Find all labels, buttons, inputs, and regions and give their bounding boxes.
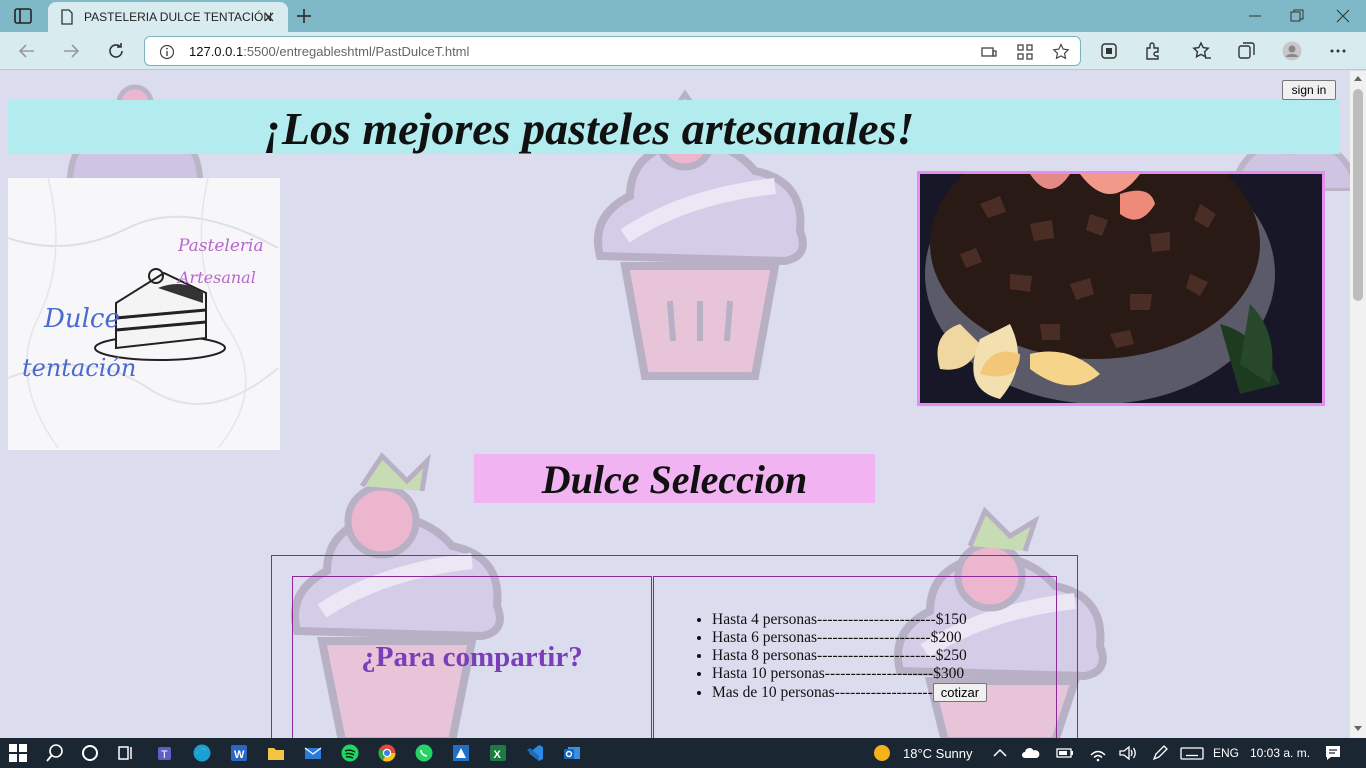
page-icon [61, 9, 73, 25]
sign-in-button[interactable]: sign in [1282, 80, 1336, 100]
minimize-icon[interactable] [1248, 9, 1262, 23]
whatsapp-icon[interactable] [414, 743, 434, 763]
extensions-icon[interactable] [1143, 41, 1163, 61]
chevron-up-icon[interactable] [990, 743, 1010, 763]
web-page: sign in ¡Los mejores pasteles artesanale… [0, 71, 1350, 738]
onedrive-icon[interactable] [1021, 743, 1041, 763]
address-bar[interactable]: 127.0.0.1:5500/entregableshtml/PastDulce… [144, 36, 1081, 66]
browser-tab[interactable]: PASTELERIA DULCE TENTACIÓN [48, 2, 288, 32]
vscode-icon[interactable] [525, 743, 545, 763]
edge-icon[interactable] [192, 743, 212, 763]
browser-toolbar: 127.0.0.1:5500/entregableshtml/PastDulce… [0, 32, 1366, 70]
hero-title: ¡Los mejores pasteles artesanales! [264, 103, 915, 154]
profile-avatar-icon[interactable] [1282, 41, 1302, 61]
pricing-question-cell: ¿Para compartir? [292, 576, 652, 738]
pricing-list-cell: Hasta 4 personas-----------------------$… [653, 576, 1057, 738]
language-indicator[interactable]: ENG [1213, 746, 1239, 760]
close-tab-icon[interactable] [262, 10, 276, 24]
collections-shield-icon[interactable] [1099, 41, 1119, 61]
read-aloud-icon[interactable] [980, 43, 998, 61]
refresh-icon[interactable] [107, 42, 125, 60]
windows-taskbar: T W X 18°C Sunny ENG 10:03 a. m. [0, 738, 1366, 768]
sun-weather-icon [874, 745, 890, 761]
battery-icon[interactable] [1055, 743, 1075, 763]
more-options-icon[interactable] [1328, 41, 1348, 61]
notifications-icon[interactable] [1323, 743, 1343, 763]
wifi-icon[interactable] [1088, 743, 1108, 763]
teams-icon[interactable]: T [156, 743, 176, 763]
browser-title-bar: PASTELERIA DULCE TENTACIÓN [0, 0, 1366, 32]
pen-icon[interactable] [1150, 743, 1170, 763]
site-info-icon[interactable] [159, 44, 175, 60]
hero-banner: ¡Los mejores pasteles artesanales! [8, 100, 1340, 154]
price-item: Hasta 4 personas-----------------------$… [712, 611, 987, 629]
scroll-up-arrow-icon[interactable] [1354, 75, 1362, 81]
collections-icon[interactable] [1236, 41, 1256, 61]
tab-actions-icon[interactable] [14, 8, 32, 24]
new-tab-icon[interactable] [296, 8, 312, 24]
mail-icon[interactable] [303, 743, 323, 763]
logo-text-dulce: Dulce [44, 304, 120, 334]
close-window-icon[interactable] [1336, 9, 1350, 23]
windows-start-icon[interactable] [9, 744, 27, 762]
search-icon[interactable] [45, 743, 65, 763]
logo-text-artesanal: Artesanal [178, 268, 256, 287]
logo-text-tentacion: tentación [22, 354, 137, 382]
price-item: Hasta 10 personas---------------------$3… [712, 665, 987, 683]
favorites-icon[interactable] [1192, 41, 1212, 61]
restore-icon[interactable] [1290, 9, 1304, 23]
svg-text:T: T [161, 749, 168, 761]
price-item: Hasta 8 personas-----------------------$… [712, 647, 987, 665]
task-view-icon[interactable] [116, 743, 136, 763]
section-banner: Dulce Seleccion [474, 454, 875, 503]
price-item-custom-label: Mas de 10 personas------------------- [712, 684, 933, 701]
cotizar-button[interactable]: cotizar [932, 683, 988, 702]
scroll-down-arrow-icon[interactable] [1354, 726, 1362, 732]
chocolate-cake-image-icon [920, 174, 1322, 403]
price-item: Hasta 6 personas----------------------$2… [712, 629, 987, 647]
volume-icon[interactable] [1118, 743, 1138, 763]
azure-icon[interactable] [451, 743, 471, 763]
spotify-icon[interactable] [340, 743, 360, 763]
chrome-icon[interactable] [377, 743, 397, 763]
cortana-icon[interactable] [80, 743, 100, 763]
weather-text[interactable]: 18°C Sunny [903, 746, 973, 761]
logo-text-pasteleria: Pasteleria [178, 236, 264, 256]
pricing-table: ¿Para compartir? Hasta 4 personas-------… [271, 555, 1078, 738]
svg-text:X: X [494, 749, 502, 761]
file-explorer-icon[interactable] [266, 743, 286, 763]
add-favorite-icon[interactable] [1052, 43, 1070, 61]
excel-icon[interactable]: X [488, 743, 508, 763]
url-text[interactable]: 127.0.0.1:5500/entregableshtml/PastDulce… [189, 44, 469, 59]
back-icon[interactable] [18, 42, 36, 60]
price-list: Hasta 4 personas-----------------------$… [712, 611, 988, 702]
forward-icon[interactable] [62, 42, 80, 60]
word-icon[interactable]: W [229, 743, 249, 763]
scroll-thumb[interactable] [1353, 89, 1363, 301]
keyboard-icon[interactable] [1180, 743, 1204, 763]
svg-text:W: W [234, 749, 245, 761]
clock-text[interactable]: 10:03 a. m. [1250, 746, 1310, 760]
outlook-icon[interactable] [562, 743, 582, 763]
share-question-heading: ¿Para compartir? [361, 641, 583, 673]
chocolate-cake-photo [917, 171, 1325, 406]
tab-title: PASTELERIA DULCE TENTACIÓN [84, 10, 273, 24]
section-title: Dulce Seleccion [541, 457, 808, 502]
logo-image: Pasteleria Artesanal Dulce tentación [8, 178, 280, 450]
page-scrollbar[interactable] [1350, 71, 1366, 738]
app-available-icon[interactable] [1016, 43, 1034, 61]
price-item-custom: Mas de 10 personas-------------------cot… [712, 683, 988, 702]
